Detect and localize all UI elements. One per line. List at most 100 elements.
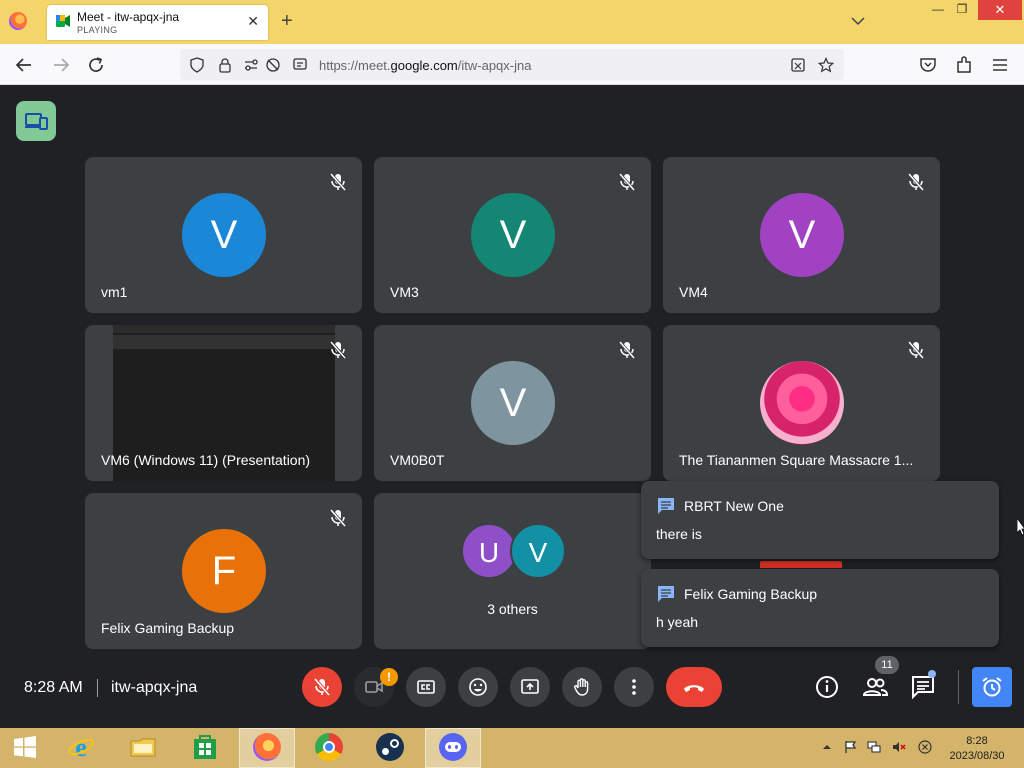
bookmark-star-icon[interactable] bbox=[818, 57, 834, 73]
others-tile[interactable]: U V 3 others bbox=[374, 493, 651, 649]
network-icon[interactable] bbox=[867, 740, 881, 754]
avatar: V bbox=[471, 361, 555, 445]
microphone-toggle-button[interactable] bbox=[302, 667, 342, 707]
taskbar-discord[interactable] bbox=[425, 728, 481, 768]
captions-button[interactable] bbox=[406, 667, 446, 707]
close-tab-icon[interactable]: ✕ bbox=[247, 13, 259, 30]
clock-date: 2023/08/30 bbox=[949, 750, 1005, 762]
close-circle-icon[interactable] bbox=[918, 740, 932, 754]
chat-message: h yeah bbox=[656, 614, 699, 630]
tab-title: Meet - itw-apqx-jna bbox=[77, 10, 180, 24]
others-count-label: 3 others bbox=[487, 601, 538, 617]
start-button[interactable] bbox=[2, 728, 48, 768]
avatar: V bbox=[510, 523, 566, 579]
chat-notification[interactable]: Felix Gaming Backup h yeah bbox=[641, 569, 999, 647]
taskbar-chrome[interactable] bbox=[306, 728, 352, 768]
folder-icon bbox=[130, 738, 156, 757]
mic-off-icon bbox=[908, 173, 924, 191]
chat-message-icon bbox=[658, 586, 674, 602]
hidden-participant-tile bbox=[760, 561, 842, 568]
more-options-button[interactable] bbox=[614, 667, 654, 707]
mic-off-icon bbox=[330, 509, 346, 527]
taskbar-steam[interactable] bbox=[367, 728, 413, 768]
reactions-button[interactable] bbox=[458, 667, 498, 707]
activities-button[interactable] bbox=[972, 667, 1012, 707]
divider bbox=[97, 679, 98, 697]
alarm-clock-icon bbox=[982, 677, 1002, 697]
participant-tile[interactable]: V VM3 bbox=[374, 157, 651, 313]
avatar: V bbox=[182, 193, 266, 277]
lock-icon[interactable] bbox=[217, 57, 233, 73]
google-meet-icon bbox=[56, 15, 70, 27]
info-icon[interactable] bbox=[813, 673, 841, 701]
leave-call-button[interactable] bbox=[666, 667, 722, 707]
volume-muted-icon[interactable] bbox=[892, 740, 906, 754]
minimize-window-button[interactable]: — bbox=[928, 2, 948, 18]
raise-hand-button[interactable] bbox=[562, 667, 602, 707]
avatar: V bbox=[471, 193, 555, 277]
steam-icon bbox=[376, 733, 404, 761]
pocket-icon[interactable] bbox=[918, 55, 938, 75]
firefox-menu-icon[interactable] bbox=[9, 12, 27, 30]
participant-name: VM6 (Windows 11) (Presentation) bbox=[101, 452, 311, 468]
taskbar-file-explorer[interactable] bbox=[120, 728, 166, 768]
chat-message-icon bbox=[658, 498, 674, 514]
camera-warning-badge: ! bbox=[380, 668, 398, 686]
notification-icon[interactable] bbox=[292, 57, 308, 73]
hamburger-menu-icon[interactable] bbox=[990, 55, 1010, 75]
reload-icon[interactable] bbox=[86, 55, 106, 75]
svg-text:e: e bbox=[75, 733, 87, 761]
presentation-tile[interactable]: VM6 (Windows 11) (Presentation) bbox=[85, 325, 362, 481]
address-bar[interactable]: https://meet.google.com/itw-apqx-jna bbox=[180, 49, 844, 80]
meeting-code: itw-apqx-jna bbox=[111, 679, 198, 696]
back-arrow-icon[interactable] bbox=[14, 55, 34, 75]
mic-off-icon bbox=[330, 341, 346, 359]
permissions-icon[interactable] bbox=[243, 57, 259, 73]
taskbar-store[interactable] bbox=[182, 728, 228, 768]
extensions-icon[interactable] bbox=[954, 55, 974, 75]
clock-time: 8:28 bbox=[966, 735, 988, 747]
mic-off-icon bbox=[619, 341, 635, 359]
participant-count-badge: 11 bbox=[875, 656, 899, 674]
avatar: U bbox=[461, 523, 517, 579]
taskbar-firefox[interactable] bbox=[239, 728, 295, 768]
chevron-down-icon[interactable] bbox=[850, 13, 866, 29]
tab-meet[interactable]: Meet - itw-apqx-jna PLAYING ✕ bbox=[47, 5, 268, 40]
forward-arrow-icon[interactable] bbox=[51, 55, 71, 75]
shield-icon[interactable] bbox=[189, 57, 205, 73]
participant-tile[interactable]: V VM0B0T bbox=[374, 325, 651, 481]
mouse-cursor-icon bbox=[1017, 518, 1024, 536]
mic-off-icon bbox=[619, 173, 635, 191]
preview-titlebar bbox=[113, 325, 335, 333]
present-screen-button[interactable] bbox=[510, 667, 550, 707]
more-vert-icon bbox=[632, 679, 636, 695]
autoplay-blocked-icon[interactable] bbox=[265, 57, 281, 73]
internet-explorer-icon: e bbox=[68, 733, 94, 761]
chat-message: there is bbox=[656, 526, 702, 542]
companion-mode-button[interactable] bbox=[16, 101, 56, 141]
new-tab-button[interactable]: + bbox=[281, 10, 293, 33]
chrome-icon bbox=[315, 733, 343, 761]
closed-captions-icon bbox=[417, 680, 435, 694]
divider bbox=[958, 670, 959, 704]
taskbar-internet-explorer[interactable]: e bbox=[58, 728, 104, 768]
hand-icon bbox=[574, 678, 589, 696]
participant-tile[interactable]: F Felix Gaming Backup bbox=[85, 493, 362, 649]
action-center-flag-icon[interactable] bbox=[843, 740, 857, 754]
participant-tile[interactable]: V vm1 bbox=[85, 157, 362, 313]
people-icon[interactable] bbox=[861, 673, 889, 701]
close-window-button[interactable]: ✕ bbox=[978, 0, 1022, 20]
tab-playing-label: PLAYING bbox=[77, 25, 118, 35]
emoji-icon bbox=[469, 678, 487, 696]
participant-tile[interactable]: V VM4 bbox=[663, 157, 940, 313]
taskbar-clock[interactable]: 8:28 2023/08/30 bbox=[944, 734, 1010, 764]
avatar: V bbox=[760, 193, 844, 277]
chat-notification[interactable]: RBRT New One there is bbox=[641, 481, 999, 559]
discord-icon bbox=[439, 733, 467, 761]
present-screen-icon bbox=[521, 679, 539, 694]
tray-chevron-up-icon[interactable] bbox=[820, 740, 834, 754]
reader-view-icon[interactable] bbox=[790, 57, 806, 73]
restore-window-button[interactable]: ❐ bbox=[952, 2, 972, 18]
preview-toolbar bbox=[113, 335, 335, 349]
participant-tile[interactable]: The Tiananmen Square Massacre 1... bbox=[663, 325, 940, 481]
